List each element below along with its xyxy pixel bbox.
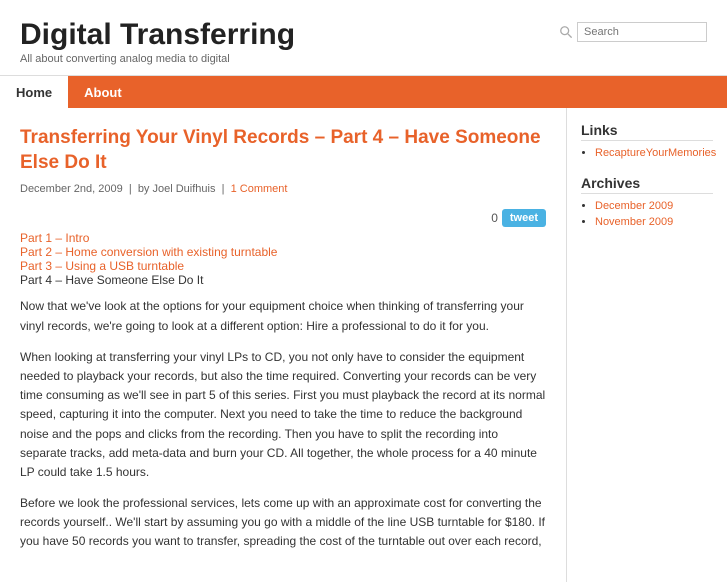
post-body: Now that we've look at the options for y… [20,297,546,551]
post-paragraph-1: Now that we've look at the options for y… [20,297,546,335]
sidebar-link-recapture[interactable]: RecaptureYourMemories [595,147,716,159]
site-tagline: All about converting analog media to dig… [20,53,295,65]
search-input[interactable] [577,22,707,42]
post-author: Joel Duifhuis [153,183,216,195]
list-item: RecaptureYourMemories [595,147,713,159]
site-title: Digital Transferring [20,18,295,51]
sidebar-links-section: Links RecaptureYourMemories [581,122,713,159]
nav-link-part3[interactable]: Part 3 – Using a USB turntable [20,259,184,273]
sidebar-archives-list: December 2009 November 2009 [581,200,713,228]
post-paragraph-3: Before we look the professional services… [20,494,546,552]
nav-link-part4: Part 4 – Have Someone Else Do It [20,273,203,287]
post-paragraph-2: When looking at transferring your vinyl … [20,348,546,482]
nav-item-about[interactable]: About [68,76,138,108]
post-date: December 2nd, 2009 [20,183,123,195]
post-comments-link[interactable]: 1 Comment [231,183,288,195]
share-row: 0 tweet [20,209,546,227]
sidebar: Links RecaptureYourMemories Archives Dec… [567,108,727,582]
post-title: Transferring Your Vinyl Records – Part 4… [20,126,546,175]
archive-link-nov[interactable]: November 2009 [595,216,673,228]
list-item: December 2009 [595,200,713,212]
site-header: Digital Transferring All about convertin… [0,0,727,76]
tweet-button[interactable]: tweet [502,209,546,227]
sidebar-archives-heading: Archives [581,175,713,194]
tweet-count: 0 [491,211,498,225]
nav-link-part1[interactable]: Part 1 – Intro [20,231,89,245]
archive-link-dec[interactable]: December 2009 [595,200,673,212]
search-box-wrap [559,22,707,42]
nav-links-list: Part 1 – Intro Part 2 – Home conversion … [20,231,546,287]
list-item: November 2009 [595,216,713,228]
search-icon [559,25,573,39]
nav-item-home[interactable]: Home [0,76,68,108]
post-meta: December 2nd, 2009 | by Joel Duifhuis | … [20,183,546,195]
sidebar-links-heading: Links [581,122,713,141]
main-content: Transferring Your Vinyl Records – Part 4… [0,108,567,582]
nav-link-part2[interactable]: Part 2 – Home conversion with existing t… [20,245,277,259]
sidebar-archives-section: Archives December 2009 November 2009 [581,175,713,228]
site-title-block: Digital Transferring All about convertin… [20,18,295,65]
sidebar-links-list: RecaptureYourMemories [581,147,713,159]
content-wrap: Transferring Your Vinyl Records – Part 4… [0,108,727,582]
nav-bar: Home About [0,76,727,108]
